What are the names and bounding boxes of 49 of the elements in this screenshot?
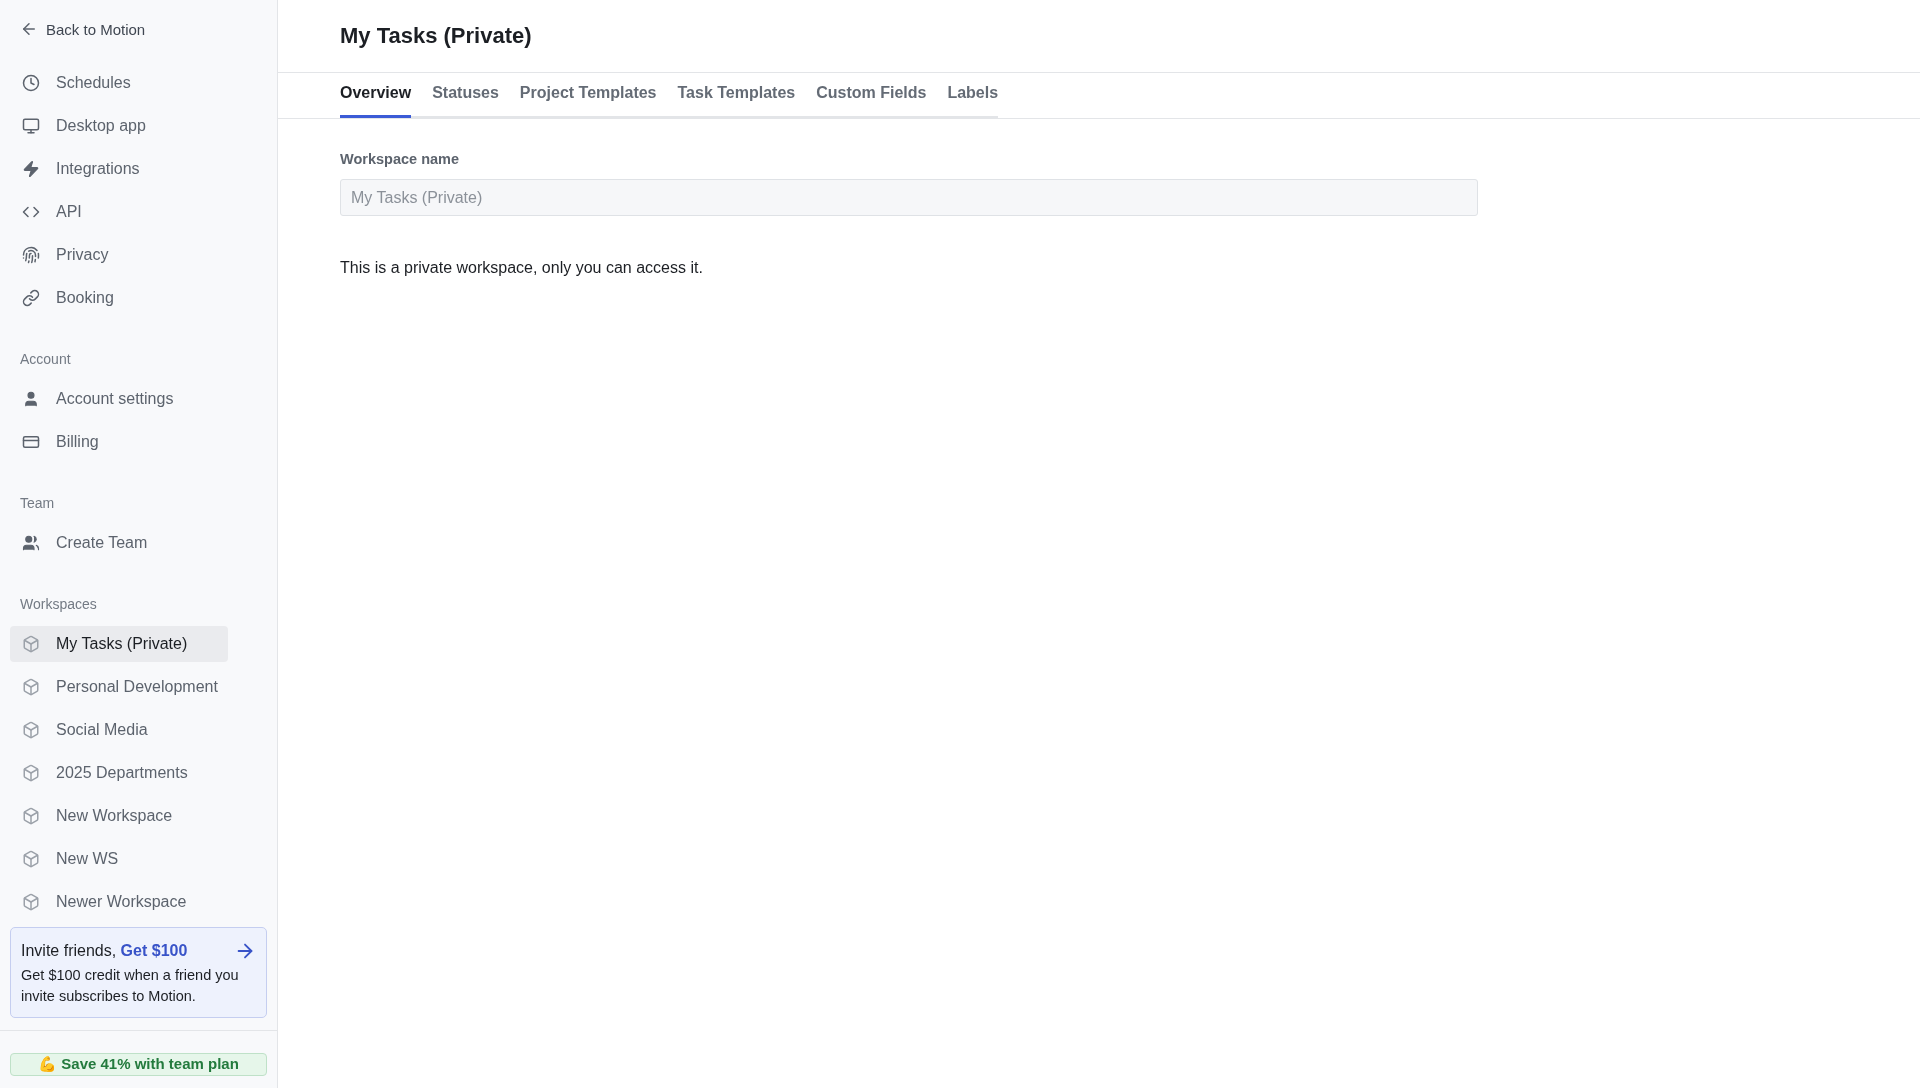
- sidebar-item[interactable]: Create Team: [10, 525, 228, 561]
- sidebar-item[interactable]: Personal Development: [10, 669, 228, 705]
- cube-icon: [22, 850, 40, 868]
- link-icon: [22, 289, 40, 307]
- info-text: This is a private workspace, only you can access it.: [340, 259, 704, 277]
- section-title: Account: [19, 351, 72, 367]
- sidebar-item[interactable]: Social Media: [10, 712, 228, 748]
- back-link[interactable]: Back to Motion: [10, 0, 267, 38]
- sidebar-item[interactable]: Schedules: [10, 65, 228, 101]
- monitor-icon: [22, 117, 40, 135]
- fingerprint-icon: [22, 246, 40, 264]
- cube-icon: [22, 893, 40, 911]
- team-plan-button[interactable]: 💪 Save 41% with team plan: [10, 1052, 267, 1076]
- cube-icon: [22, 721, 40, 739]
- tab[interactable]: Custom Fields: [816, 73, 927, 118]
- page-title: My Tasks (Private): [340, 23, 532, 49]
- workspace-name-field[interactable]: My Tasks (Private): [340, 179, 1478, 216]
- users-icon: [22, 534, 40, 552]
- sidebar-item[interactable]: Desktop app: [10, 108, 228, 144]
- field-label: Workspace name: [340, 151, 460, 167]
- user-icon: [22, 390, 40, 408]
- sidebar-item[interactable]: Billing: [10, 424, 228, 460]
- section-title: Team: [19, 495, 56, 511]
- invite-title: Invite friends, Get $100: [21, 942, 188, 960]
- sidebar-item[interactable]: API: [10, 194, 228, 230]
- invite-text: Get $100 credit when a friend you invite subscribes to Motion.: [21, 966, 240, 1006]
- tab[interactable]: Project Templates: [519, 73, 657, 118]
- sidebar-item[interactable]: 2025 Departments: [10, 755, 228, 791]
- tab[interactable]: Labels: [947, 73, 999, 118]
- clock-icon: [22, 74, 40, 92]
- sidebar-item[interactable]: My Tasks (Private): [10, 626, 228, 662]
- section-title: Workspaces: [19, 596, 98, 612]
- tab[interactable]: Overview: [340, 73, 412, 118]
- sidebar-item[interactable]: Privacy: [10, 237, 228, 273]
- sidebar-item[interactable]: Account settings: [10, 381, 228, 417]
- lightning-icon: [22, 160, 40, 178]
- credit-card-icon: [22, 433, 40, 451]
- cube-icon: [22, 635, 40, 653]
- sidebar-item[interactable]: Integrations: [10, 151, 228, 187]
- tab[interactable]: Statuses: [432, 73, 499, 118]
- cube-icon: [22, 764, 40, 782]
- invite-card[interactable]: Invite friends, Get $100 Get $100 credit when a friend you invite subscribes to Motion.: [10, 927, 267, 1018]
- sidebar-item[interactable]: New Workspace: [10, 798, 228, 834]
- sidebar-item[interactable]: Newer Workspace: [10, 884, 228, 920]
- cube-icon: [22, 807, 40, 825]
- sidebar-item[interactable]: New WS: [10, 841, 228, 877]
- cube-icon: [22, 678, 40, 696]
- tab[interactable]: Task Templates: [677, 73, 796, 118]
- sidebar-item[interactable]: Booking: [10, 280, 228, 316]
